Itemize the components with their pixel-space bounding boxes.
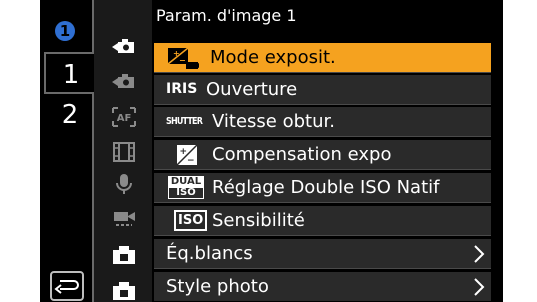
svg-text:−: − <box>179 56 186 65</box>
divider <box>154 202 491 203</box>
menu-item-mode-exposit[interactable]: + − Mode exposit. <box>154 43 491 72</box>
menu-item-vitesse-obtur[interactable]: SHUTTER Vitesse obtur. <box>154 107 491 136</box>
exposure-mode-icon: + − <box>166 43 200 72</box>
menu-item-ouverture[interactable]: IRIS Ouverture <box>154 75 491 104</box>
iris-icon: IRIS <box>166 81 198 97</box>
category-tabs: AF <box>94 0 152 302</box>
page-selector: 1 1 2 <box>40 0 96 302</box>
iso-icon-label: ISO <box>174 210 208 231</box>
svg-text:+: + <box>180 147 188 157</box>
page-tab-2[interactable]: 2 <box>44 94 96 136</box>
menu-item-label: Sensibilité <box>212 210 305 231</box>
page-tab-1[interactable]: 1 <box>44 52 96 94</box>
menu-item-label: Mode exposit. <box>210 47 336 68</box>
divider <box>154 169 491 170</box>
return-arrow-icon <box>54 280 79 294</box>
divider <box>154 235 491 236</box>
camera-menu-screen: 1 1 2 AF Param. d'image 1 + − Mode expos… <box>40 0 503 302</box>
menu-item-label: Style photo <box>166 276 269 297</box>
divider <box>154 268 491 269</box>
menu-item-label: Éq.blancs <box>166 243 253 264</box>
film-icon[interactable] <box>110 140 138 164</box>
menu-item-label: Ouverture <box>206 79 298 100</box>
menu-item-label: Compensation expo <box>212 144 392 165</box>
photo-camera-dim-icon[interactable] <box>110 70 138 94</box>
menu-item-double-iso[interactable]: DUAL ISO Réglage Double ISO Natif <box>154 173 491 202</box>
svg-text:−: − <box>187 156 195 166</box>
iso-label: ISO <box>168 187 204 199</box>
dual-iso-icon: DUAL ISO <box>168 173 204 202</box>
video-camera-icon[interactable] <box>110 206 138 230</box>
divider <box>154 136 491 137</box>
menu-item-label: Vitesse obtur. <box>212 111 335 132</box>
divider <box>154 72 491 73</box>
camera-body-icon[interactable] <box>110 242 138 266</box>
camera-body-icon[interactable] <box>110 278 138 302</box>
page-number-badge: 1 <box>55 21 75 41</box>
af-icon[interactable]: AF <box>110 105 138 129</box>
exposure-compensation-icon: + − <box>176 140 198 169</box>
chevron-right-icon <box>474 278 485 296</box>
menu-item-style-photo[interactable]: Style photo <box>154 272 491 301</box>
shutter-icon: SHUTTER <box>166 116 203 127</box>
menu-item-eq-blancs[interactable]: Éq.blancs <box>154 239 491 268</box>
dual-label: DUAL <box>168 176 204 187</box>
photo-camera-icon[interactable] <box>110 35 138 59</box>
iso-icon: ISO <box>174 206 208 235</box>
menu-item-label: Réglage Double ISO Natif <box>212 177 440 198</box>
menu-item-compensation-expo[interactable]: + − Compensation expo <box>154 140 491 169</box>
svg-text:AF: AF <box>117 113 132 124</box>
microphone-icon[interactable] <box>110 172 138 196</box>
back-button[interactable] <box>50 271 84 301</box>
menu-title: Param. d'image 1 <box>156 6 297 25</box>
divider <box>154 104 491 105</box>
menu-item-sensibilite[interactable]: ISO Sensibilité <box>154 206 491 235</box>
menu-panel: Param. d'image 1 + − Mode exposit. IRIS … <box>152 0 503 302</box>
chevron-right-icon <box>474 245 485 263</box>
